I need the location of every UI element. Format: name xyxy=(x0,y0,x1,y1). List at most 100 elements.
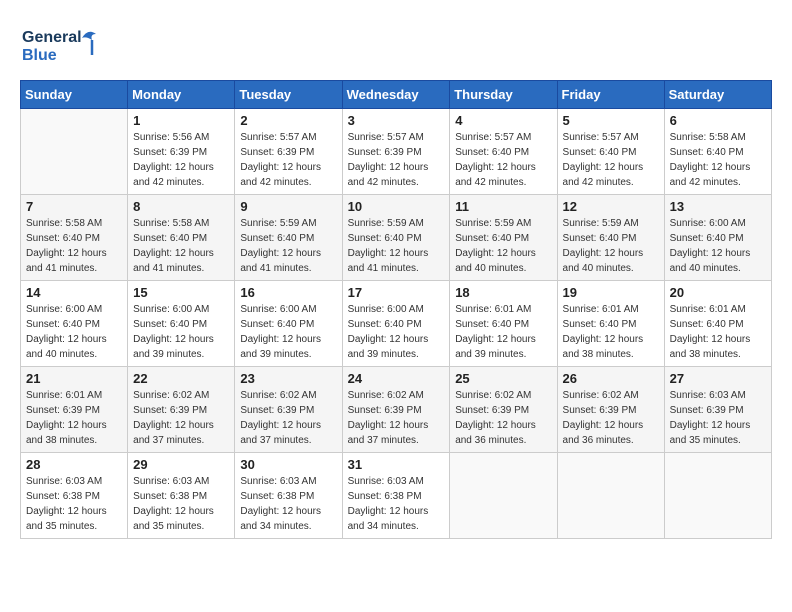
day-number: 6 xyxy=(670,113,766,128)
day-info: Sunrise: 5:57 AM Sunset: 6:39 PM Dayligh… xyxy=(240,130,336,190)
calendar-cell: 28 Sunrise: 6:03 AM Sunset: 6:38 PM Dayli… xyxy=(21,453,128,539)
day-number: 4 xyxy=(455,113,551,128)
day-info: Sunrise: 6:01 AM Sunset: 6:40 PM Dayligh… xyxy=(563,302,659,362)
day-info: Sunrise: 5:59 AM Sunset: 6:40 PM Dayligh… xyxy=(240,216,336,276)
calendar-cell: 29 Sunrise: 6:03 AM Sunset: 6:38 PM Dayli… xyxy=(128,453,235,539)
day-number: 9 xyxy=(240,199,336,214)
day-number: 21 xyxy=(26,371,122,386)
day-info: Sunrise: 5:59 AM Sunset: 6:40 PM Dayligh… xyxy=(348,216,445,276)
day-info: Sunrise: 5:59 AM Sunset: 6:40 PM Dayligh… xyxy=(563,216,659,276)
day-info: Sunrise: 6:03 AM Sunset: 6:39 PM Dayligh… xyxy=(670,388,766,448)
day-number: 8 xyxy=(133,199,229,214)
calendar-cell xyxy=(557,453,664,539)
calendar-cell: 20 Sunrise: 6:01 AM Sunset: 6:40 PM Dayli… xyxy=(664,281,771,367)
day-info: Sunrise: 6:03 AM Sunset: 6:38 PM Dayligh… xyxy=(133,474,229,534)
day-number: 14 xyxy=(26,285,122,300)
day-info: Sunrise: 5:59 AM Sunset: 6:40 PM Dayligh… xyxy=(455,216,551,276)
day-number: 28 xyxy=(26,457,122,472)
day-number: 31 xyxy=(348,457,445,472)
day-number: 22 xyxy=(133,371,229,386)
day-number: 20 xyxy=(670,285,766,300)
day-info: Sunrise: 5:57 AM Sunset: 6:40 PM Dayligh… xyxy=(563,130,659,190)
day-number: 10 xyxy=(348,199,445,214)
day-number: 23 xyxy=(240,371,336,386)
calendar-cell: 16Sunrise: 6:00 AM Sunset: 6:40 PM Dayli… xyxy=(235,281,342,367)
calendar-cell: 27 Sunrise: 6:03 AM Sunset: 6:39 PM Dayli… xyxy=(664,367,771,453)
calendar-week-row: 28 Sunrise: 6:03 AM Sunset: 6:38 PM Dayli… xyxy=(21,453,772,539)
day-number: 13 xyxy=(670,199,766,214)
calendar-cell: 14 Sunrise: 6:00 AM Sunset: 6:40 PM Dayli… xyxy=(21,281,128,367)
day-number: 5 xyxy=(563,113,659,128)
day-of-week-wednesday: Wednesday xyxy=(342,81,450,109)
calendar-table: SundayMondayTuesdayWednesdayThursdayFrid… xyxy=(20,80,772,539)
calendar-cell: 31 Sunrise: 6:03 AM Sunset: 6:38 PM Dayli… xyxy=(342,453,450,539)
day-number: 25 xyxy=(455,371,551,386)
day-info: Sunrise: 6:01 AM Sunset: 6:39 PM Dayligh… xyxy=(26,388,122,448)
day-number: 15 xyxy=(133,285,229,300)
calendar-cell: 10 Sunrise: 5:59 AM Sunset: 6:40 PM Dayli… xyxy=(342,195,450,281)
day-info: Sunrise: 6:02 AM Sunset: 6:39 PM Dayligh… xyxy=(563,388,659,448)
calendar-cell: 9 Sunrise: 5:59 AM Sunset: 6:40 PM Daylig… xyxy=(235,195,342,281)
calendar-week-row: 1 Sunrise: 5:56 AM Sunset: 6:39 PM Daylig… xyxy=(21,109,772,195)
day-info: Sunrise: 6:01 AM Sunset: 6:40 PM Dayligh… xyxy=(670,302,766,362)
calendar-cell: 5 Sunrise: 5:57 AM Sunset: 6:40 PM Daylig… xyxy=(557,109,664,195)
day-info: Sunrise: 6:02 AM Sunset: 6:39 PM Dayligh… xyxy=(133,388,229,448)
calendar-week-row: 7 Sunrise: 5:58 AM Sunset: 6:40 PM Daylig… xyxy=(21,195,772,281)
calendar-cell: 26 Sunrise: 6:02 AM Sunset: 6:39 PM Dayli… xyxy=(557,367,664,453)
day-info: Sunrise: 6:02 AM Sunset: 6:39 PM Dayligh… xyxy=(240,388,336,448)
day-number: 26 xyxy=(563,371,659,386)
day-info: Sunrise: 6:03 AM Sunset: 6:38 PM Dayligh… xyxy=(26,474,122,534)
day-info: Sunrise: 5:58 AM Sunset: 6:40 PM Dayligh… xyxy=(670,130,766,190)
logo: General Blue xyxy=(20,20,110,70)
calendar-cell: 8 Sunrise: 5:58 AM Sunset: 6:40 PM Daylig… xyxy=(128,195,235,281)
day-info: Sunrise: 6:01 AM Sunset: 6:40 PM Dayligh… xyxy=(455,302,551,362)
day-info: Sunrise: 6:00 AM Sunset: 6:40 PM Dayligh… xyxy=(348,302,445,362)
calendar-cell xyxy=(664,453,771,539)
calendar-cell: 30 Sunrise: 6:03 AM Sunset: 6:38 PM Dayli… xyxy=(235,453,342,539)
calendar-cell: 25 Sunrise: 6:02 AM Sunset: 6:39 PM Dayli… xyxy=(450,367,557,453)
calendar-cell: 1 Sunrise: 5:56 AM Sunset: 6:39 PM Daylig… xyxy=(128,109,235,195)
day-info: Sunrise: 5:57 AM Sunset: 6:39 PM Dayligh… xyxy=(348,130,445,190)
calendar-cell: 22 Sunrise: 6:02 AM Sunset: 6:39 PM Dayli… xyxy=(128,367,235,453)
day-of-week-monday: Monday xyxy=(128,81,235,109)
day-info: Sunrise: 5:58 AM Sunset: 6:40 PM Dayligh… xyxy=(133,216,229,276)
calendar-cell: 11Sunrise: 5:59 AM Sunset: 6:40 PM Dayli… xyxy=(450,195,557,281)
day-info: Sunrise: 5:58 AM Sunset: 6:40 PM Dayligh… xyxy=(26,216,122,276)
day-info: Sunrise: 6:00 AM Sunset: 6:40 PM Dayligh… xyxy=(670,216,766,276)
day-info: Sunrise: 5:56 AM Sunset: 6:39 PM Dayligh… xyxy=(133,130,229,190)
calendar-cell: 6 Sunrise: 5:58 AM Sunset: 6:40 PM Daylig… xyxy=(664,109,771,195)
day-of-week-thursday: Thursday xyxy=(450,81,557,109)
day-number: 2 xyxy=(240,113,336,128)
page-header: General Blue xyxy=(20,20,772,70)
calendar-week-row: 21 Sunrise: 6:01 AM Sunset: 6:39 PM Dayli… xyxy=(21,367,772,453)
calendar-cell: 24Sunrise: 6:02 AM Sunset: 6:39 PM Dayli… xyxy=(342,367,450,453)
day-number: 30 xyxy=(240,457,336,472)
day-info: Sunrise: 6:03 AM Sunset: 6:38 PM Dayligh… xyxy=(348,474,445,534)
day-info: Sunrise: 6:02 AM Sunset: 6:39 PM Dayligh… xyxy=(455,388,551,448)
day-info: Sunrise: 5:57 AM Sunset: 6:40 PM Dayligh… xyxy=(455,130,551,190)
day-number: 1 xyxy=(133,113,229,128)
day-of-week-friday: Friday xyxy=(557,81,664,109)
day-number: 12 xyxy=(563,199,659,214)
calendar-header-row: SundayMondayTuesdayWednesdayThursdayFrid… xyxy=(21,81,772,109)
day-info: Sunrise: 6:00 AM Sunset: 6:40 PM Dayligh… xyxy=(26,302,122,362)
day-of-week-tuesday: Tuesday xyxy=(235,81,342,109)
day-number: 19 xyxy=(563,285,659,300)
day-number: 18 xyxy=(455,285,551,300)
day-number: 27 xyxy=(670,371,766,386)
calendar-cell: 17 Sunrise: 6:00 AM Sunset: 6:40 PM Dayli… xyxy=(342,281,450,367)
calendar-cell: 19 Sunrise: 6:01 AM Sunset: 6:40 PM Dayli… xyxy=(557,281,664,367)
calendar-week-row: 14 Sunrise: 6:00 AM Sunset: 6:40 PM Dayli… xyxy=(21,281,772,367)
calendar-cell: 18 Sunrise: 6:01 AM Sunset: 6:40 PM Dayli… xyxy=(450,281,557,367)
day-of-week-saturday: Saturday xyxy=(664,81,771,109)
day-number: 7 xyxy=(26,199,122,214)
calendar-cell: 4 Sunrise: 5:57 AM Sunset: 6:40 PM Daylig… xyxy=(450,109,557,195)
logo-svg: General Blue xyxy=(20,20,110,70)
day-info: Sunrise: 6:00 AM Sunset: 6:40 PM Dayligh… xyxy=(133,302,229,362)
day-of-week-sunday: Sunday xyxy=(21,81,128,109)
day-number: 29 xyxy=(133,457,229,472)
day-number: 17 xyxy=(348,285,445,300)
calendar-cell: 21 Sunrise: 6:01 AM Sunset: 6:39 PM Dayli… xyxy=(21,367,128,453)
calendar-cell: 2 Sunrise: 5:57 AM Sunset: 6:39 PM Daylig… xyxy=(235,109,342,195)
day-info: Sunrise: 6:03 AM Sunset: 6:38 PM Dayligh… xyxy=(240,474,336,534)
